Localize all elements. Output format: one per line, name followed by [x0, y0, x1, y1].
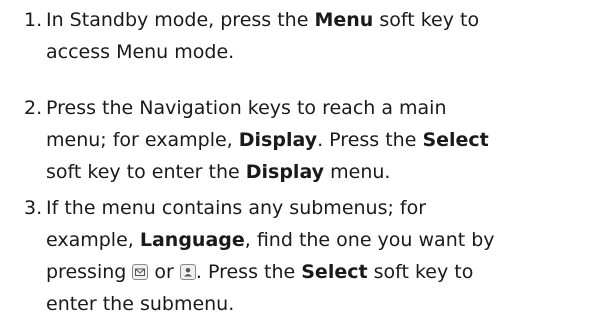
step-3: 3. If the menu contains any submenus; for…	[24, 192, 608, 320]
display-menu-label: Display	[245, 161, 325, 183]
menu-key-label: Menu	[314, 9, 374, 31]
step-3-number: 3.	[24, 197, 43, 219]
step-2: 2. Press the Navigation keys to reach a m…	[24, 92, 608, 188]
step-2-number: 2.	[24, 97, 43, 119]
step-3-line-4: enter the submenu.	[46, 293, 235, 315]
select-key-label: Select	[301, 261, 368, 283]
phonebook-key-icon	[179, 264, 196, 280]
step-3-line-3: pressing or . Press the Select soft key …	[46, 261, 474, 283]
instruction-document: 1. In Standby mode, press the Menu soft k…	[0, 0, 608, 321]
step-1-line-2: access Menu mode.	[46, 41, 235, 63]
envelope-key-icon	[132, 264, 149, 280]
step-3-line-2: example, Language, find the one you want…	[46, 229, 495, 251]
step-1-number: 1.	[24, 9, 43, 31]
language-submenu-label: Language	[139, 229, 245, 251]
step-1-line-1: 1. In Standby mode, press the Menu soft k…	[24, 4, 608, 36]
step-2-line-1: 2. Press the Navigation keys to reach a m…	[24, 92, 608, 124]
step-2-line-3: soft key to enter the Display menu.	[46, 161, 391, 183]
step-3-line-1: 3. If the menu contains any submenus; for	[24, 192, 608, 224]
select-key-label: Select	[422, 129, 489, 151]
step-1: 1. In Standby mode, press the Menu soft k…	[24, 4, 608, 68]
display-menu-label: Display	[238, 129, 318, 151]
step-2-line-2: menu; for example, Display. Press the Se…	[46, 129, 489, 151]
